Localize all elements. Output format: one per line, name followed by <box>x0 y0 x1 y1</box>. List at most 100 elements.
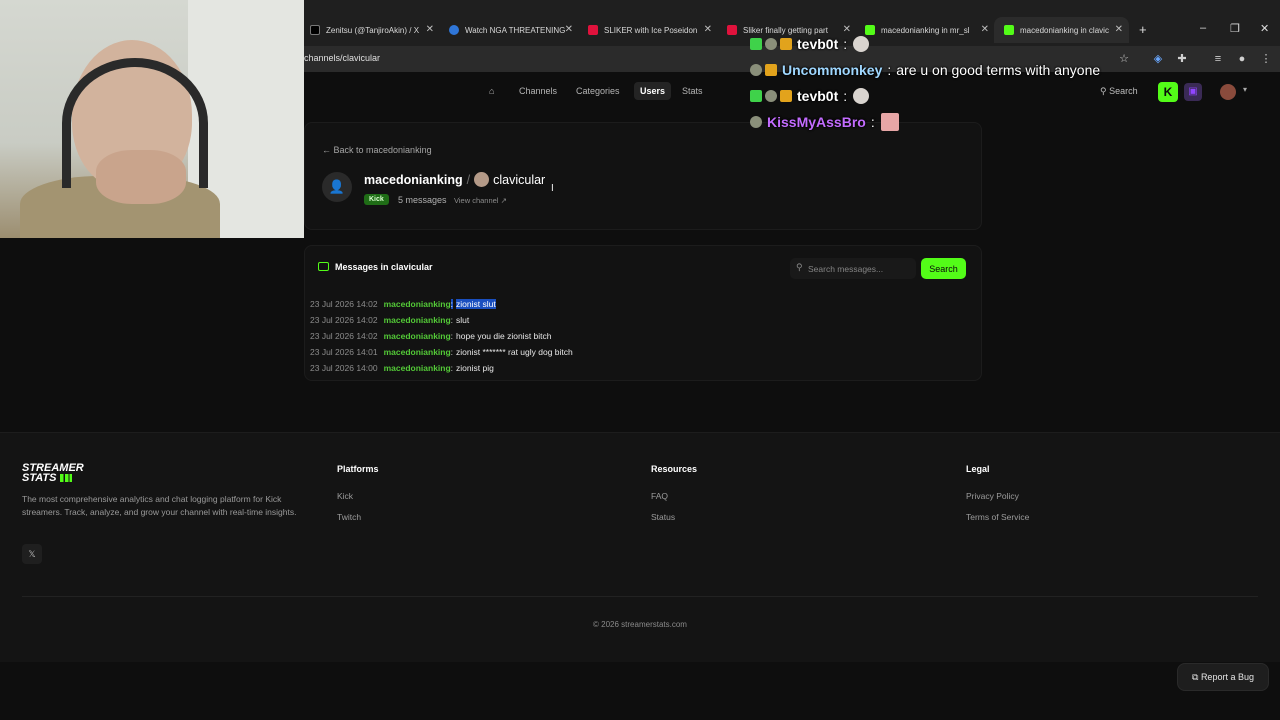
message-text: zionist slut <box>456 299 496 309</box>
arrow-left-icon: ← <box>322 145 334 155</box>
puzzle-icon[interactable]: ✚ <box>1175 52 1189 66</box>
bookmark-star-icon[interactable]: ☆ <box>1117 52 1131 66</box>
footer-link-twitch[interactable]: Twitch <box>337 512 361 522</box>
list-item: 23 Jul 2026 14:00 macedonianking: zionis… <box>310 361 494 375</box>
nav-search[interactable]: ⚲ Search <box>1100 86 1138 97</box>
video-favicon-icon <box>449 25 459 35</box>
footer-link-faq[interactable]: FAQ <box>651 491 668 501</box>
messages-title: Messages in clavicular <box>318 262 433 272</box>
footer-link-privacy[interactable]: Privacy Policy <box>966 491 1019 501</box>
browser-tab-6-active[interactable]: macedonianking in clavic ✕ <box>994 17 1129 43</box>
profile-icon[interactable]: ● <box>1235 52 1249 66</box>
chat-message: Uncommonkey: are u on good terms with any… <box>750 61 1100 79</box>
chart-favicon-icon <box>1004 25 1014 35</box>
message-author[interactable]: macedonianking <box>384 331 451 341</box>
url-field[interactable]: channels/clavicular <box>304 53 380 63</box>
alien-badge-icon <box>750 64 762 76</box>
copyright: © 2026 streamerstats.com <box>593 620 687 629</box>
kick-platform-icon[interactable]: K <box>1158 82 1178 102</box>
message-text: hope you die zionist bitch <box>456 331 552 341</box>
back-link[interactable]: ← Back to macedonianking <box>322 145 432 155</box>
message-text: zionist ******* rat ugly dog bitch <box>456 347 573 357</box>
menu-icon[interactable]: ⋮ <box>1259 52 1273 66</box>
chat-colon: : <box>843 36 848 52</box>
message-colon: : <box>450 363 454 373</box>
breadcrumb-separator: / <box>466 173 471 187</box>
breadcrumb-user[interactable]: macedonianking <box>364 173 463 187</box>
report-bug-label: Report a Bug <box>1200 672 1254 682</box>
chevron-down-icon[interactable]: ▾ <box>1243 85 1247 94</box>
maximize-icon[interactable]: ❐ <box>1230 22 1240 35</box>
skull-emote-icon <box>853 36 870 52</box>
breadcrumb-channel[interactable]: clavicular <box>493 173 545 187</box>
message-timestamp: 23 Jul 2026 14:02 <box>310 331 378 341</box>
view-channel-label: View channel <box>454 196 499 205</box>
footer-link-kick[interactable]: Kick <box>337 491 353 501</box>
list-item: 23 Jul 2026 14:02 macedonianking: hope y… <box>310 329 552 343</box>
report-bug-button[interactable]: ⧉ Report a Bug <box>1177 663 1269 691</box>
channel-avatar <box>474 172 490 187</box>
message-author[interactable]: macedonianking <box>384 315 451 325</box>
footer-divider <box>22 596 1258 597</box>
browser-tab-2[interactable]: Watch NGA THREATENING ✕ <box>449 20 573 40</box>
list-item: 23 Jul 2026 14:02 macedonianking: slut <box>310 313 469 327</box>
logo-bars-icon <box>59 474 72 482</box>
message-timestamp: 23 Jul 2026 14:02 <box>310 299 378 309</box>
x-favicon-icon <box>310 25 320 35</box>
nav-users[interactable]: Users <box>634 82 672 100</box>
close-icon[interactable]: ✕ <box>704 24 712 35</box>
platform-badge: Kick <box>364 194 389 205</box>
nav-stats[interactable]: Stats <box>682 86 703 96</box>
browser-tab-5[interactable]: macedonianking in mr_sl ✕ <box>865 20 989 40</box>
streamerstats-logo[interactable]: STREAMER STATS <box>22 463 84 484</box>
crown-badge-icon <box>780 90 792 102</box>
media-icon[interactable]: ≡ <box>1211 52 1225 66</box>
tab-label: Watch NGA THREATENING <box>465 25 566 35</box>
webcam-hand <box>96 150 186 204</box>
message-text: slut <box>456 315 470 325</box>
chat-colon: : <box>843 88 848 104</box>
browser-tab-1[interactable]: Zenitsu (@TanjiroAkin) / X ✕ <box>310 20 434 40</box>
close-icon[interactable]: ✕ <box>981 24 989 35</box>
search-icon: ⚲ <box>796 262 803 272</box>
chat-username: tevb0t <box>797 88 839 104</box>
search-button[interactable]: Search <box>921 258 966 279</box>
message-author[interactable]: macedonianking <box>384 347 451 357</box>
nav-channels[interactable]: Channels <box>519 86 557 96</box>
crown-badge-icon <box>780 38 792 50</box>
youtube-favicon-icon <box>588 25 598 35</box>
search-input[interactable] <box>808 260 912 277</box>
view-channel-link[interactable]: View channel ↗ <box>454 196 507 205</box>
footer-link-status[interactable]: Status <box>651 512 675 522</box>
chat-colon: : <box>887 62 892 78</box>
x-social-icon[interactable]: 𝕏 <box>22 544 42 564</box>
avatar[interactable] <box>1220 84 1236 100</box>
new-tab-icon[interactable]: + <box>1139 22 1147 37</box>
extension-icon[interactable]: ◈ <box>1151 52 1165 66</box>
nav-categories[interactable]: Categories <box>576 86 620 96</box>
twitch-platform-icon[interactable]: ▣ <box>1184 83 1202 101</box>
footer-tagline: The most comprehensive analytics and cha… <box>22 494 297 517</box>
message-timestamp: 23 Jul 2026 14:02 <box>310 315 378 325</box>
tab-label: macedonianking in mr_sl <box>881 25 970 35</box>
message-author[interactable]: macedonianking <box>384 299 451 309</box>
close-icon[interactable]: ✕ <box>426 24 434 35</box>
alien-badge-icon <box>765 90 777 102</box>
home-icon[interactable]: ⌂ <box>489 86 494 96</box>
window-close-icon[interactable]: ✕ <box>1260 22 1269 35</box>
message-author[interactable]: macedonianking <box>384 363 451 373</box>
crown-badge-icon <box>765 64 777 76</box>
tab-label: Zenitsu (@TanjiroAkin) / X <box>326 25 420 35</box>
message-search-box: ⚲ <box>790 258 916 279</box>
close-icon[interactable]: ✕ <box>565 24 573 35</box>
close-icon[interactable]: ✕ <box>843 24 851 35</box>
message-colon: : <box>450 315 454 325</box>
close-icon[interactable]: ✕ <box>1115 24 1123 35</box>
message-timestamp: 23 Jul 2026 14:01 <box>310 347 378 357</box>
minimize-icon[interactable]: – <box>1200 22 1206 34</box>
external-link-icon: ↗ <box>498 196 507 205</box>
tab-label: Sliker finally getting part <box>743 25 828 35</box>
chat-username: tevb0t <box>797 36 839 52</box>
footer-link-terms[interactable]: Terms of Service <box>966 512 1029 522</box>
browser-tab-3[interactable]: SLIKER with Ice Poseidon ✕ <box>588 20 712 40</box>
